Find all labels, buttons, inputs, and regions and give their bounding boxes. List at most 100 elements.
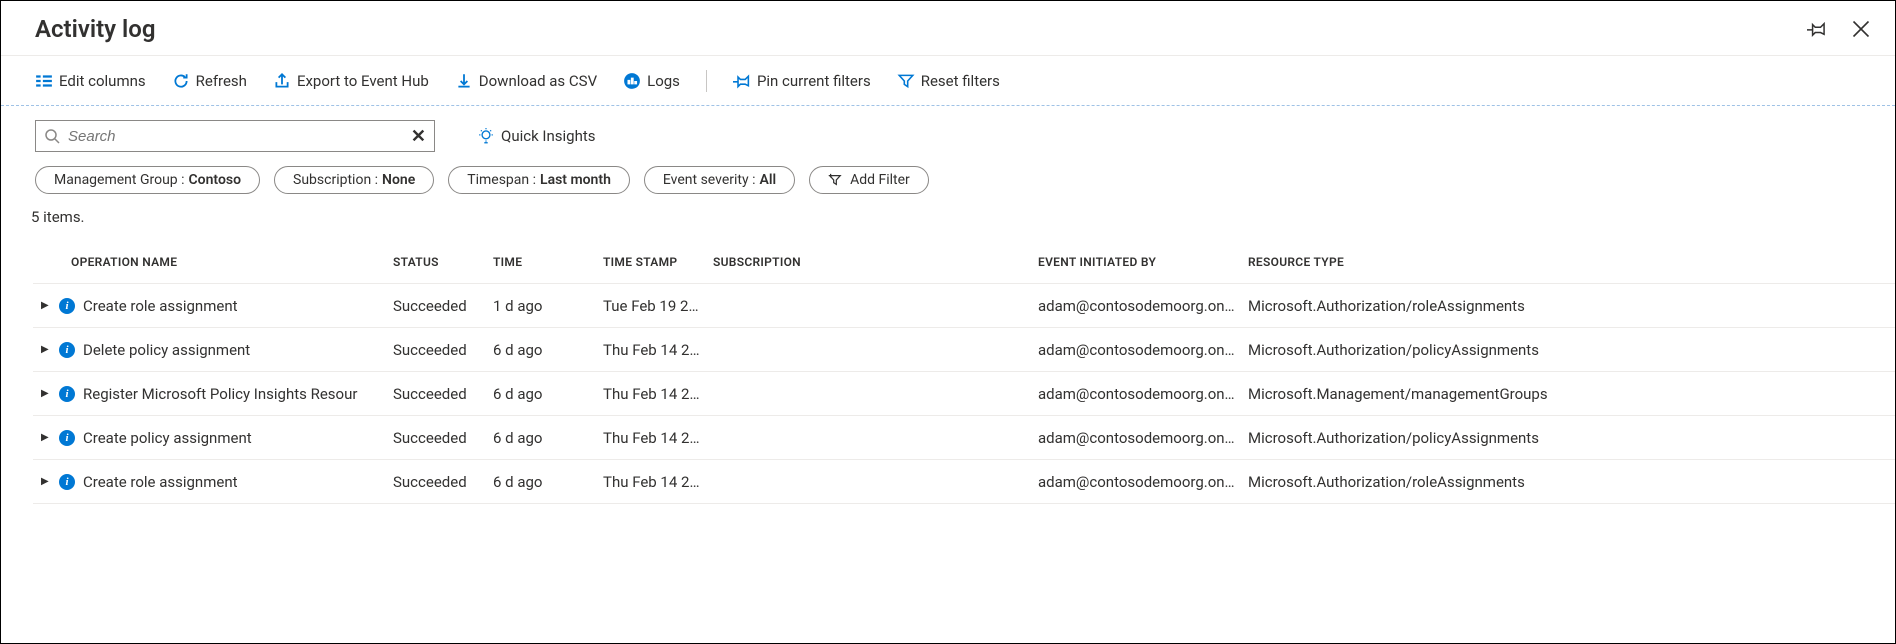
expand-icon[interactable]: ▶ — [41, 388, 51, 399]
status-cell: Succeeded — [393, 341, 493, 359]
info-icon: i — [59, 342, 75, 358]
filter-reset-icon — [897, 72, 915, 90]
time-cell: 6 d ago — [493, 429, 603, 447]
filter-pill-subscription[interactable]: Subscription : None — [274, 166, 434, 194]
operation-name: Delete policy assignment — [83, 341, 250, 359]
toolbar-label: Edit columns — [59, 72, 146, 90]
download-icon — [455, 72, 473, 90]
filter-value: All — [759, 172, 776, 188]
toolbar-label: Reset filters — [921, 72, 1000, 90]
search-icon — [44, 128, 60, 144]
col-resource-type[interactable]: Resource type — [1248, 255, 1588, 269]
initiated-by-cell: adam@contosodemoorg.on… — [1038, 297, 1248, 315]
toolbar: Edit columns Refresh Export to Event Hub… — [1, 56, 1895, 106]
refresh-icon — [172, 72, 190, 90]
table-body: ▶iCreate role assignmentSucceeded1 d ago… — [33, 284, 1895, 504]
filter-pill-event-severity[interactable]: Event severity : All — [644, 166, 795, 194]
table-row[interactable]: ▶iCreate role assignmentSucceeded1 d ago… — [33, 284, 1895, 328]
initiated-by-cell: adam@contosodemoorg.on… — [1038, 473, 1248, 491]
time-cell: 6 d ago — [493, 385, 603, 403]
toolbar-label: Download as CSV — [479, 72, 597, 90]
operation-name: Create role assignment — [83, 473, 238, 491]
initiated-by-cell: adam@contosodemoorg.on… — [1038, 385, 1248, 403]
blade-header: Activity log — [1, 1, 1895, 56]
status-cell: Succeeded — [393, 473, 493, 491]
item-count: 5 items. — [1, 208, 1895, 240]
operation-name: Register Microsoft Policy Insights Resou… — [83, 385, 357, 403]
info-icon: i — [59, 430, 75, 446]
lightbulb-icon — [477, 127, 495, 145]
expand-icon[interactable]: ▶ — [41, 300, 51, 311]
filter-pill-timespan[interactable]: Timespan : Last month — [448, 166, 630, 194]
search-row: ✕ Quick Insights — [1, 106, 1895, 166]
add-filter-button[interactable]: Add Filter — [809, 166, 929, 194]
col-operation[interactable]: Operation name — [33, 255, 393, 269]
expand-icon[interactable]: ▶ — [41, 432, 51, 443]
filter-value: Contoso — [189, 172, 241, 188]
table-row[interactable]: ▶ i Create policy assignment Succeeded6 d a… — [33, 416, 1895, 460]
col-time[interactable]: Time — [493, 255, 603, 269]
add-filter-icon — [828, 173, 842, 187]
expand-icon[interactable]: ▶ — [41, 344, 51, 355]
reset-filters-button[interactable]: Reset filters — [897, 72, 1000, 90]
edit-columns-button[interactable]: Edit columns — [35, 72, 146, 90]
resource-type-cell: Microsoft.Authorization/roleAssignments — [1248, 297, 1588, 315]
time-cell: 1 d ago — [493, 297, 603, 315]
table-row[interactable]: ▶iCreate role assignmentSucceeded6 d ago… — [33, 460, 1895, 504]
toolbar-divider — [706, 70, 707, 92]
col-timestamp[interactable]: Time stamp — [603, 255, 713, 269]
export-button[interactable]: Export to Event Hub — [273, 72, 429, 90]
timestamp-cell: Thu Feb 14 2… — [603, 341, 713, 359]
status-cell: Succeeded — [393, 385, 493, 403]
timestamp-cell: Tue Feb 19 2… — [603, 297, 713, 315]
quick-insights-button[interactable]: Quick Insights — [477, 127, 596, 145]
refresh-button[interactable]: Refresh — [172, 72, 247, 90]
page-title: Activity log — [35, 15, 1783, 43]
filter-pill-management-group[interactable]: Management Group : Contoso — [35, 166, 260, 194]
info-icon: i — [59, 298, 75, 314]
pin-filters-button[interactable]: Pin current filters — [733, 72, 871, 90]
expand-icon[interactable]: ▶ — [41, 476, 51, 487]
search-input[interactable] — [66, 127, 411, 146]
timestamp-cell: Thu Feb 14 2… — [603, 385, 713, 403]
table-row[interactable]: ▶iDelete policy assignmentSucceeded6 d a… — [33, 328, 1895, 372]
filter-label: Subscription : — [293, 172, 378, 188]
toolbar-label: Logs — [647, 72, 680, 90]
operation-name: Create policy assignment — [83, 429, 252, 447]
initiated-by-cell: adam@contosodemoorg.on… — [1038, 341, 1248, 359]
resource-type-cell: Microsoft.Management/managementGroups — [1248, 385, 1588, 403]
close-icon[interactable] — [1851, 19, 1871, 39]
resource-type-cell: Microsoft.Authorization/roleAssignments — [1248, 473, 1588, 491]
filter-label: Timespan : — [467, 172, 536, 188]
table-header: Operation name Status Time Time stamp Su… — [33, 240, 1895, 284]
col-initiated-by[interactable]: Event initiated by — [1038, 255, 1248, 269]
info-icon: i — [59, 386, 75, 402]
toolbar-label: Export to Event Hub — [297, 72, 429, 90]
status-cell: Succeeded — [393, 429, 493, 447]
add-filter-label: Add Filter — [850, 172, 910, 188]
table-row[interactable]: ▶ i Register Microsoft Policy Insights Res… — [33, 372, 1895, 416]
logs-button[interactable]: Logs — [623, 72, 680, 90]
activity-table: Operation name Status Time Time stamp Su… — [33, 240, 1895, 504]
logs-icon — [623, 72, 641, 90]
initiated-by-cell: adam@contosodemoorg.on… — [1038, 429, 1248, 447]
filter-value: None — [382, 172, 415, 188]
clear-search-icon[interactable]: ✕ — [411, 126, 426, 147]
col-subscription[interactable]: Subscription — [713, 255, 1038, 269]
col-status[interactable]: Status — [393, 255, 493, 269]
toolbar-label: Pin current filters — [757, 72, 871, 90]
filter-label: Management Group : — [54, 172, 185, 188]
pin-icon[interactable] — [1807, 19, 1827, 39]
export-icon — [273, 72, 291, 90]
resource-type-cell: Microsoft.Authorization/policyAssignment… — [1248, 341, 1588, 359]
activity-log-blade: Activity log Edit columns Refresh — [0, 0, 1896, 644]
timestamp-cell: Thu Feb 14 2… — [603, 473, 713, 491]
columns-icon — [35, 72, 53, 90]
download-csv-button[interactable]: Download as CSV — [455, 72, 597, 90]
info-icon: i — [59, 474, 75, 490]
toolbar-label: Refresh — [196, 72, 247, 90]
search-box[interactable]: ✕ — [35, 120, 435, 152]
resource-type-cell: Microsoft.Authorization/policyAssignment… — [1248, 429, 1588, 447]
filter-value: Last month — [540, 172, 611, 188]
status-cell: Succeeded — [393, 297, 493, 315]
